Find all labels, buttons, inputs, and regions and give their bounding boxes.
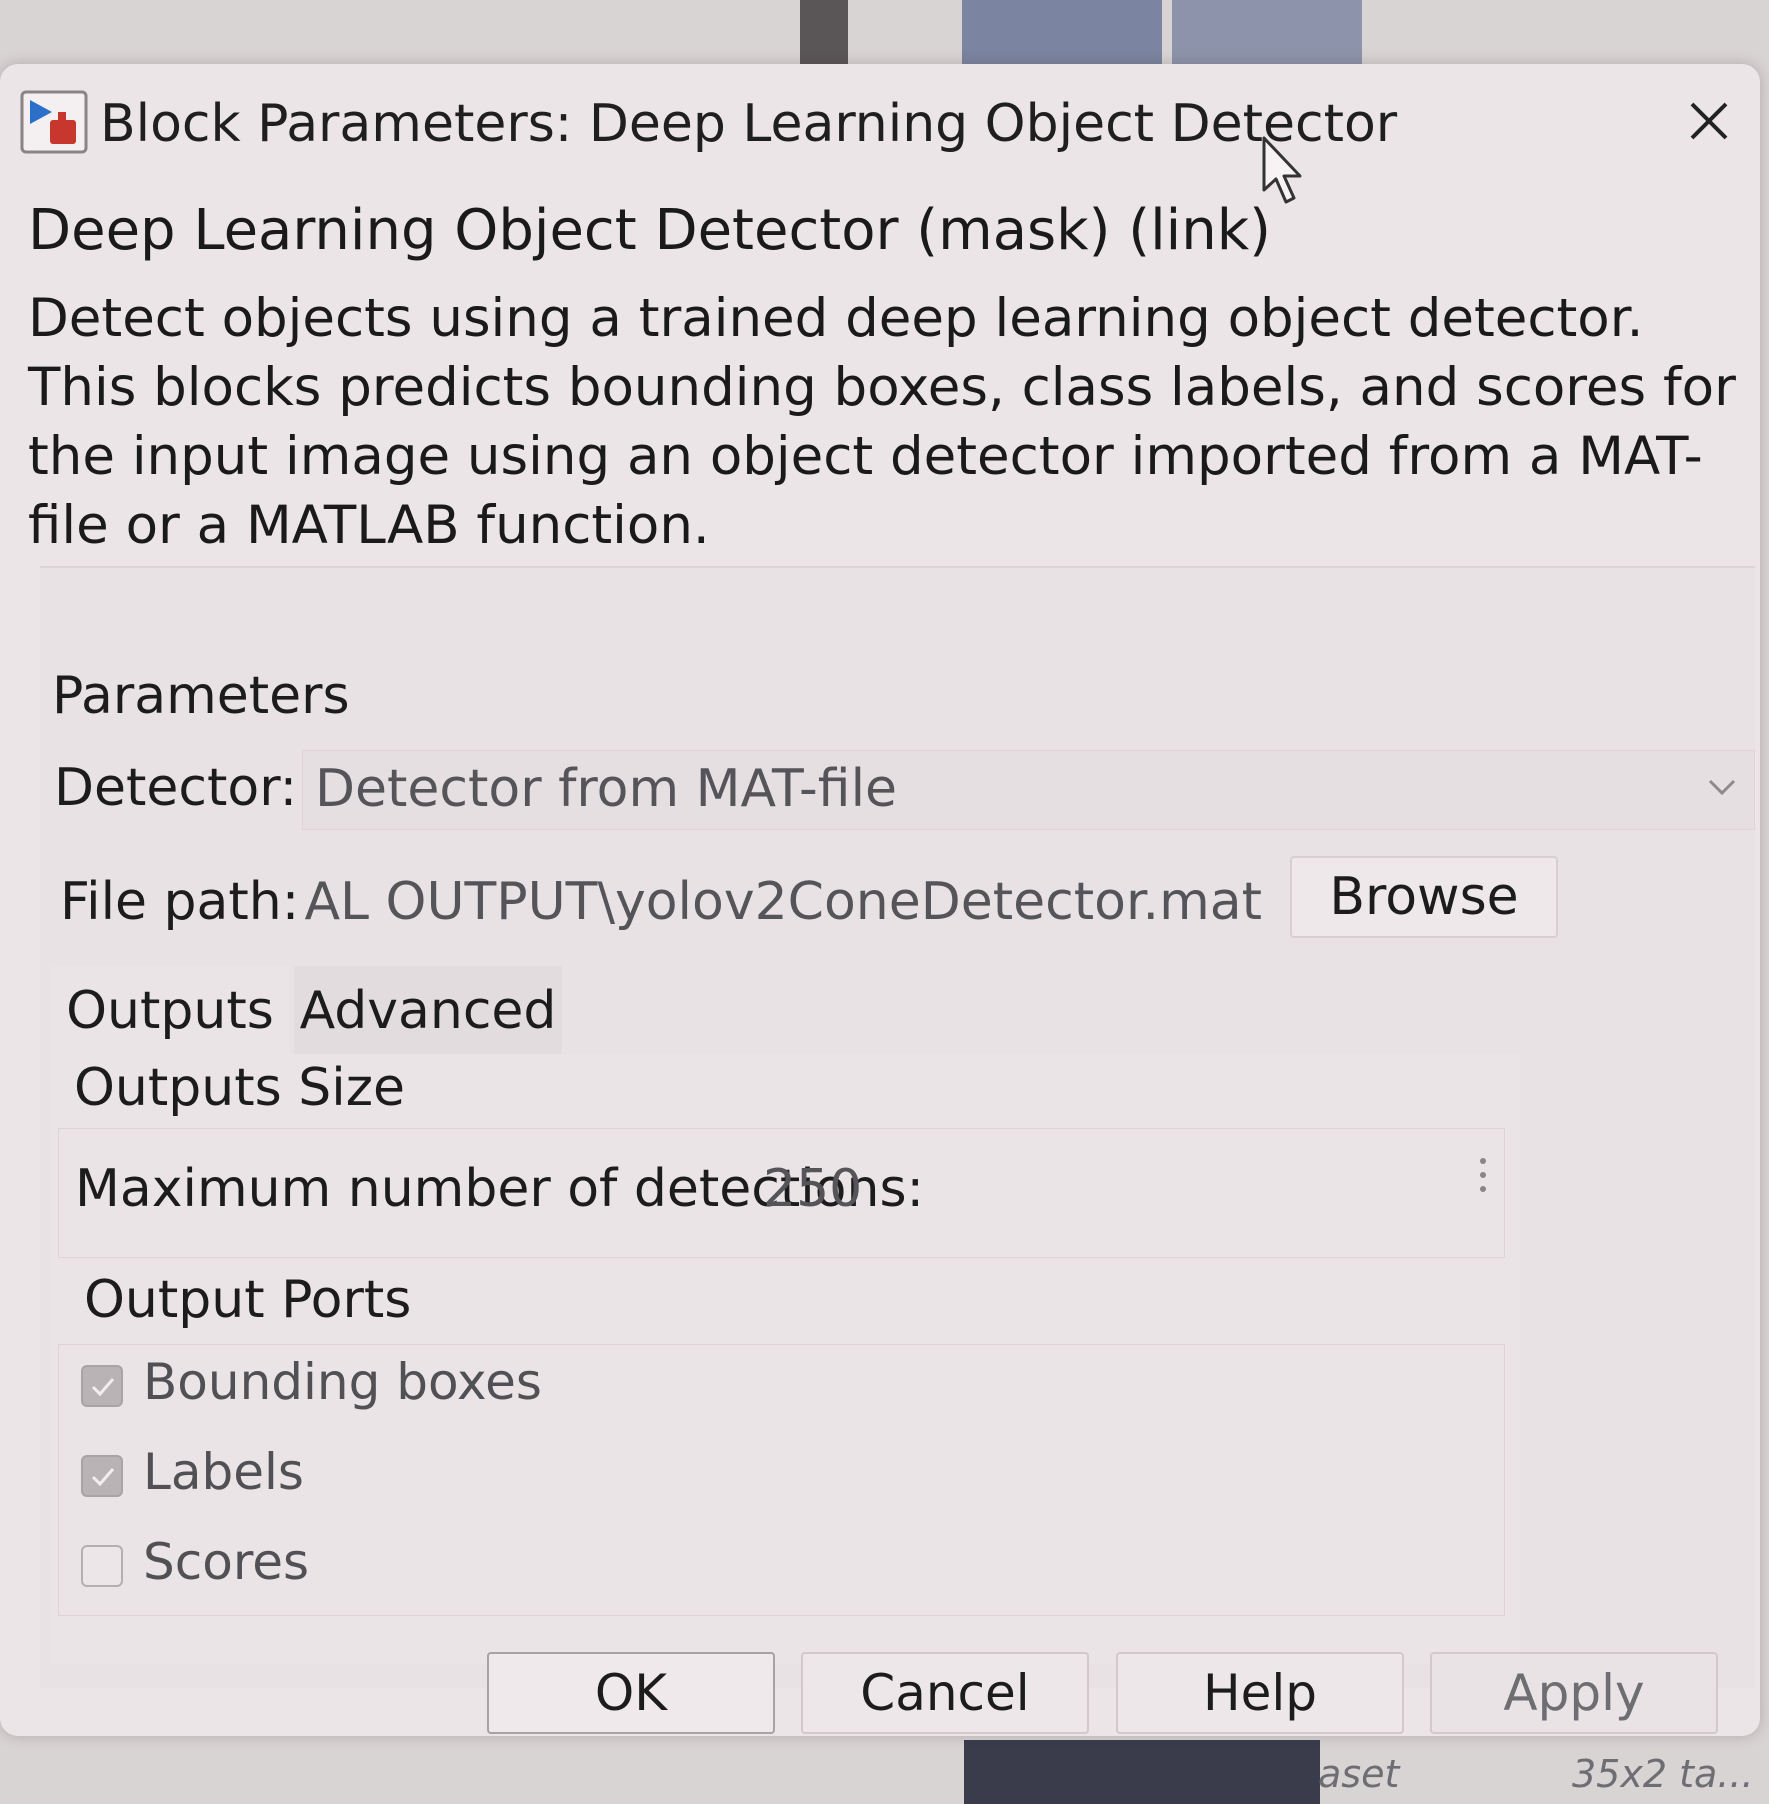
check-icon [91,1468,115,1487]
detector-dropdown[interactable]: Detector from MAT-file [302,750,1755,830]
labels-label: Labels [143,1443,304,1501]
detector-label: Detector: [54,758,298,818]
browse-button[interactable]: Browse [1290,856,1558,938]
file-path-value: TLAB FINAL OUTPUT\yolov2ConeDetector.mat [302,872,1262,932]
outputs-size-group: Maximum number of detections: 250 [58,1128,1505,1258]
block-parameters-dialog: Block Parameters: Deep Learning Object D… [0,64,1760,1736]
window-title: Block Parameters: Deep Learning Object D… [100,94,1398,154]
chevron-down-icon [1704,773,1740,803]
mouse-cursor-icon [1260,134,1310,208]
tab-advanced[interactable]: Advanced [294,966,562,1056]
ok-button[interactable]: OK [487,1652,775,1734]
help-button[interactable]: Help [1116,1652,1404,1734]
background-strip-blue [962,0,1162,64]
file-path-input[interactable]: TLAB FINAL OUTPUT\yolov2ConeDetector.mat [302,862,1282,946]
scores-checkbox[interactable] [81,1545,123,1587]
background-text-left: aset [1318,1752,1400,1796]
max-detections-value: 250 [763,1159,863,1219]
close-icon[interactable] [1684,96,1734,146]
output-ports-group: Bounding boxes Labels Scores [58,1344,1505,1616]
bounding-boxes-label: Bounding boxes [143,1353,542,1411]
check-icon [91,1378,115,1397]
background-strip-blue-2 [1172,0,1362,64]
bounding-boxes-checkbox[interactable] [81,1365,123,1407]
parameters-panel: Parameters Detector: Detector from MAT-f… [40,566,1755,1688]
background-text-right: 35x2 ta... [1572,1752,1754,1796]
parameters-heading: Parameters [52,666,350,726]
labels-checkbox[interactable] [81,1455,123,1497]
background-strip-dark [800,0,848,64]
block-description: Detect objects using a trained deep lear… [28,288,1736,556]
apply-button[interactable]: Apply [1430,1652,1718,1734]
mask-title: Deep Learning Object Detector (mask) (li… [28,198,1271,263]
scores-label: Scores [143,1533,310,1591]
background-strip-bottom [964,1740,1320,1804]
cancel-button[interactable]: Cancel [801,1652,1089,1734]
max-detections-input[interactable]: 250 [751,1147,1451,1231]
file-path-label: File path: [60,872,300,932]
detector-selected-value: Detector from MAT-file [315,759,898,819]
stepper-dots-icon[interactable] [1476,1155,1490,1195]
title-bar[interactable]: Block Parameters: Deep Learning Object D… [0,64,1760,204]
outputs-tab-content: Outputs Size Maximum number of detection… [50,1054,1520,1664]
output-ports-heading: Output Ports [84,1270,412,1330]
simulink-block-icon [20,90,88,154]
tab-outputs[interactable]: Outputs [50,966,290,1056]
outputs-size-heading: Outputs Size [74,1058,405,1118]
